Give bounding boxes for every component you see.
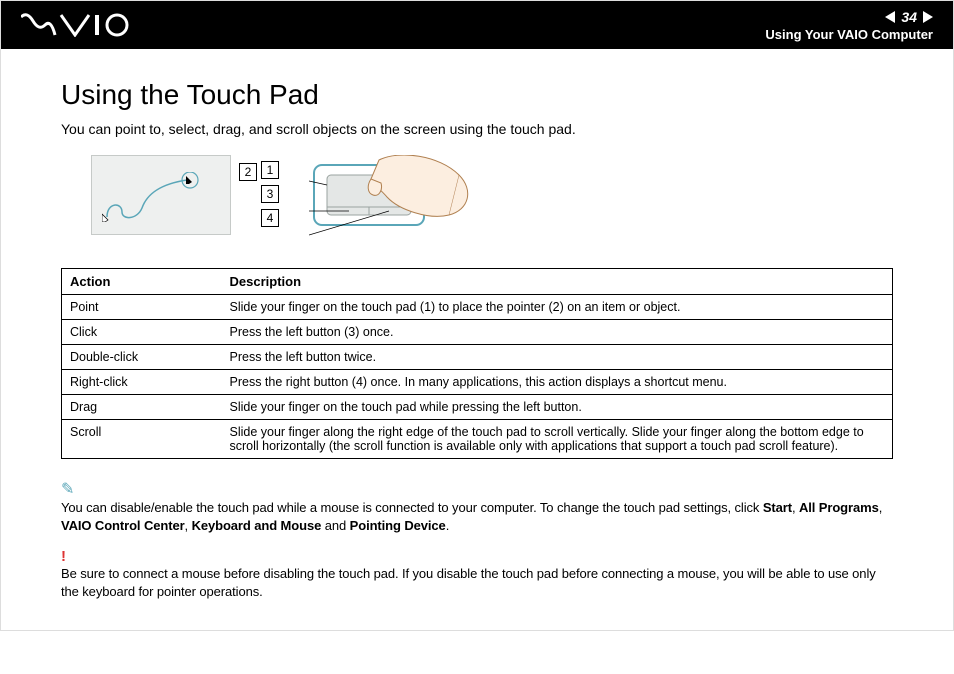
figures-row: 2 1 3 4 <box>91 155 893 250</box>
cell-action: Scroll <box>62 420 222 459</box>
page-intro: You can point to, select, drag, and scro… <box>61 121 893 137</box>
callout-3: 3 <box>261 185 279 203</box>
note1-part: and <box>321 518 349 533</box>
col-description: Description <box>222 269 893 295</box>
page-number: 34 <box>901 9 917 25</box>
table-row: Click Press the left button (3) once. <box>62 320 893 345</box>
breadcrumb: Using Your VAIO Computer <box>765 27 933 42</box>
figure-touchpad <box>309 155 479 250</box>
cell-action: Click <box>62 320 222 345</box>
note-tip: ✎ You can disable/enable the touch pad w… <box>61 479 893 534</box>
cell-action: Right-click <box>62 370 222 395</box>
prev-page-icon[interactable] <box>885 11 895 23</box>
table-row: Double-click Press the left button twice… <box>62 345 893 370</box>
note1-part: , <box>792 500 799 515</box>
next-page-icon[interactable] <box>923 11 933 23</box>
cell-desc: Slide your finger along the right edge o… <box>222 420 893 459</box>
warning-text: Be sure to connect a mouse before disabl… <box>61 565 893 600</box>
cell-action: Double-click <box>62 345 222 370</box>
table-row: Right-click Press the right button (4) o… <box>62 370 893 395</box>
page-content: Using the Touch Pad You can point to, se… <box>1 49 953 630</box>
cell-desc: Press the left button (3) once. <box>222 320 893 345</box>
note1-part: You can disable/enable the touch pad whi… <box>61 500 763 515</box>
table-header-row: Action Description <box>62 269 893 295</box>
header-right: 34 Using Your VAIO Computer <box>765 9 933 42</box>
table-row: Point Slide your finger on the touch pad… <box>62 295 893 320</box>
note1-bold: Pointing Device <box>350 518 446 533</box>
note1-bold: Keyboard and Mouse <box>192 518 322 533</box>
vaio-logo-svg <box>21 13 131 37</box>
table-row: Drag Slide your finger on the touch pad … <box>62 395 893 420</box>
cell-action: Drag <box>62 395 222 420</box>
figure-screen: 2 <box>91 155 231 235</box>
touchpad-svg <box>309 155 479 250</box>
cell-desc: Press the left button twice. <box>222 345 893 370</box>
note1-bold: Start <box>763 500 792 515</box>
cell-desc: Press the right button (4) once. In many… <box>222 370 893 395</box>
callout-1: 1 <box>261 161 279 179</box>
note-warning: ! Be sure to connect a mouse before disa… <box>61 548 893 600</box>
note1-part: , <box>879 500 883 515</box>
col-action: Action <box>62 269 222 295</box>
warning-icon: ! <box>61 548 893 565</box>
cell-action: Point <box>62 295 222 320</box>
header-bar: 34 Using Your VAIO Computer <box>1 1 953 49</box>
callout-4: 4 <box>261 209 279 227</box>
note1-bold: All Programs <box>799 500 879 515</box>
pager: 34 <box>765 9 933 25</box>
cell-desc: Slide your finger on the touch pad while… <box>222 395 893 420</box>
note1-bold: VAIO Control Center <box>61 518 185 533</box>
actions-table: Action Description Point Slide your fing… <box>61 268 893 459</box>
pencil-icon: ✎ <box>61 479 893 499</box>
screen-diagram <box>91 155 231 235</box>
note1-part: . <box>446 518 450 533</box>
callout-column: 1 3 4 <box>261 161 279 227</box>
vaio-logo <box>21 13 131 37</box>
page-title: Using the Touch Pad <box>61 79 893 111</box>
table-row: Scroll Slide your finger along the right… <box>62 420 893 459</box>
note-text: You can disable/enable the touch pad whi… <box>61 499 893 534</box>
callout-2: 2 <box>239 163 257 181</box>
note1-part: , <box>185 518 192 533</box>
cursor-trail-svg <box>102 172 212 222</box>
cell-desc: Slide your finger on the touch pad (1) t… <box>222 295 893 320</box>
